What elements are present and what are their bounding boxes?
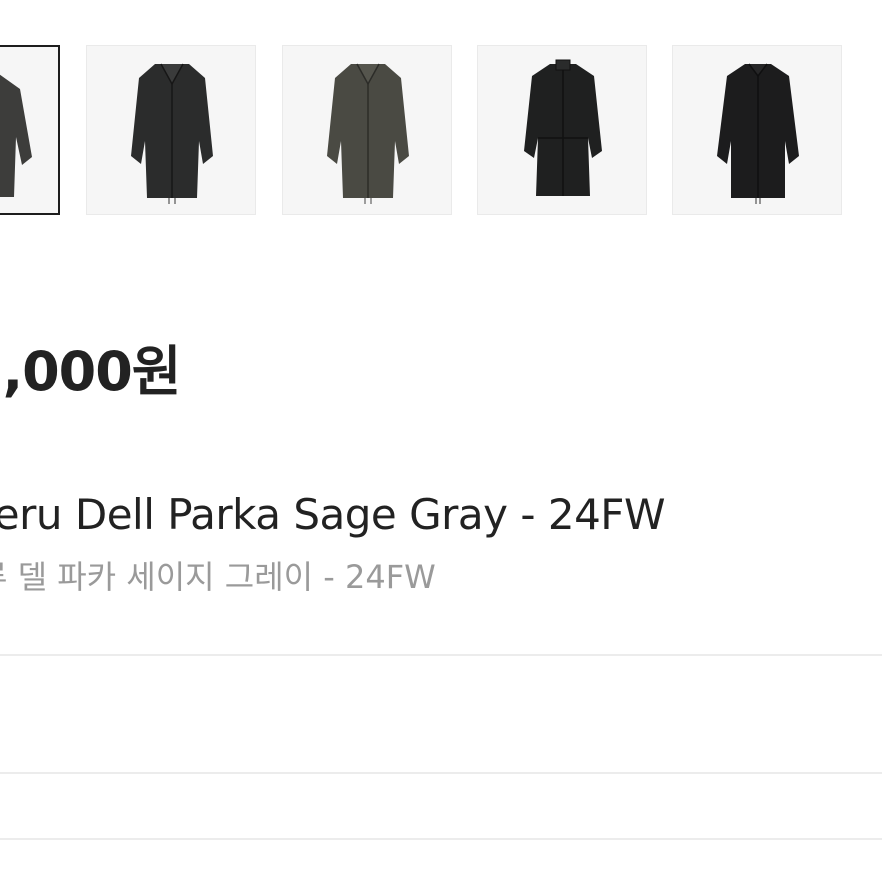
section-divider: [0, 654, 882, 656]
coat-thumbnail-2[interactable]: [86, 45, 256, 215]
coat-thumbnail-5[interactable]: [672, 45, 842, 215]
section-divider: [0, 772, 882, 774]
product-price: 3,000원: [0, 340, 181, 403]
coat-image: [717, 63, 799, 204]
coat-image: [131, 63, 213, 204]
section-divider: [0, 838, 882, 840]
product-title-en: kteru Dell Parka Sage Gray - 24FW: [0, 490, 666, 539]
coat-image: [0, 74, 32, 197]
coat-thumbnail-1[interactable]: [0, 45, 60, 215]
coat-image: [327, 63, 409, 204]
product-title-ko: 루 델 파카 세이지 그레이 - 24FW: [0, 558, 436, 596]
product-detail-page: 3,000원 kteru Dell Parka Sage Gray - 24FW…: [0, 0, 882, 882]
coat-thumbnail-3[interactable]: [282, 45, 452, 215]
coat-thumbnail-4[interactable]: [477, 45, 647, 215]
coat-image: [524, 59, 602, 196]
